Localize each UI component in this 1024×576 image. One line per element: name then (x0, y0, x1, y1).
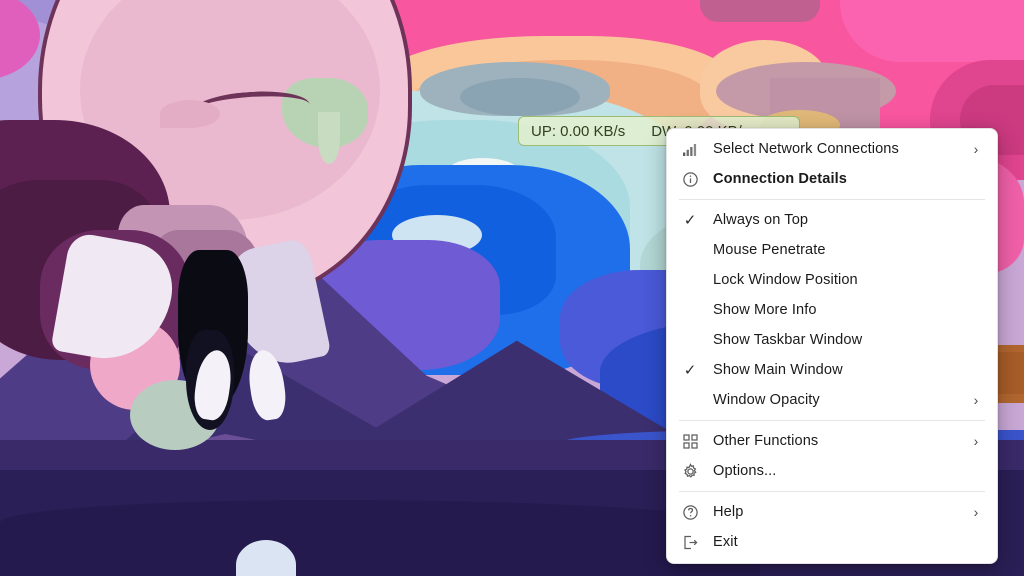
menu-item-label: Mouse Penetrate (713, 242, 967, 258)
menu-separator (679, 199, 985, 200)
menu-item-exit[interactable]: Exit (667, 527, 997, 557)
screen: UP: 0.00 KB/s DW: 0.00 KB/s Select Netwo… (0, 0, 1024, 576)
signal-bars-icon (682, 141, 699, 158)
menu-separator (679, 420, 985, 421)
menu-item-lock-window-position[interactable]: Lock Window Position (667, 265, 997, 295)
menu-item-gutter (667, 141, 713, 158)
menu-item-select-network-connections[interactable]: Select Network Connections› (667, 134, 997, 164)
menu-item-label: Show More Info (713, 302, 967, 318)
gear-icon (682, 463, 699, 480)
question-circle-icon (682, 504, 699, 521)
menu-item-help[interactable]: Help› (667, 497, 997, 527)
info-circle-icon (682, 171, 699, 188)
menu-item-mouse-penetrate[interactable]: Mouse Penetrate (667, 235, 997, 265)
menu-item-gutter (667, 171, 713, 188)
menu-item-label: Exit (713, 534, 967, 550)
menu-item-gutter: ✓ (667, 361, 713, 379)
chevron-right-icon: › (967, 505, 985, 519)
menu-item-label: Show Main Window (713, 362, 967, 378)
menu-item-label: Help (713, 504, 967, 520)
menu-item-show-main-window[interactable]: ✓ Show Main Window (667, 355, 997, 385)
menu-item-window-opacity[interactable]: Window Opacity› (667, 385, 997, 415)
menu-separator (679, 491, 985, 492)
menu-item-show-taskbar-window[interactable]: Show Taskbar Window (667, 325, 997, 355)
menu-item-label: Options... (713, 463, 967, 479)
chevron-right-icon: › (967, 393, 985, 407)
menu-item-label: Select Network Connections (713, 141, 967, 157)
menu-item-label: Lock Window Position (713, 272, 967, 288)
menu-item-gutter: ✓ (667, 211, 713, 229)
menu-item-label: Show Taskbar Window (713, 332, 967, 348)
menu-item-label: Window Opacity (713, 392, 967, 408)
menu-item-other-functions[interactable]: Other Functions› (667, 426, 997, 456)
grid-squares-icon (682, 433, 699, 450)
menu-item-show-more-info[interactable]: Show More Info (667, 295, 997, 325)
exit-arrow-icon (682, 534, 699, 551)
menu-item-options[interactable]: Options... (667, 456, 997, 486)
menu-item-always-on-top[interactable]: ✓ Always on Top (667, 205, 997, 235)
context-menu[interactable]: Select Network Connections›Connection De… (666, 128, 998, 564)
menu-item-gutter (667, 504, 713, 521)
menu-item-gutter (667, 463, 713, 480)
chevron-right-icon: › (967, 142, 985, 156)
menu-item-connection-details[interactable]: Connection Details (667, 164, 997, 194)
upload-speed-label: UP: 0.00 KB/s (531, 123, 625, 140)
menu-item-gutter (667, 534, 713, 551)
check-icon: ✓ (684, 361, 697, 379)
chevron-right-icon: › (967, 434, 985, 448)
menu-item-label: Other Functions (713, 433, 967, 449)
menu-item-gutter (667, 433, 713, 450)
menu-item-label: Connection Details (713, 171, 967, 187)
check-icon: ✓ (684, 211, 697, 229)
menu-item-label: Always on Top (713, 212, 967, 228)
